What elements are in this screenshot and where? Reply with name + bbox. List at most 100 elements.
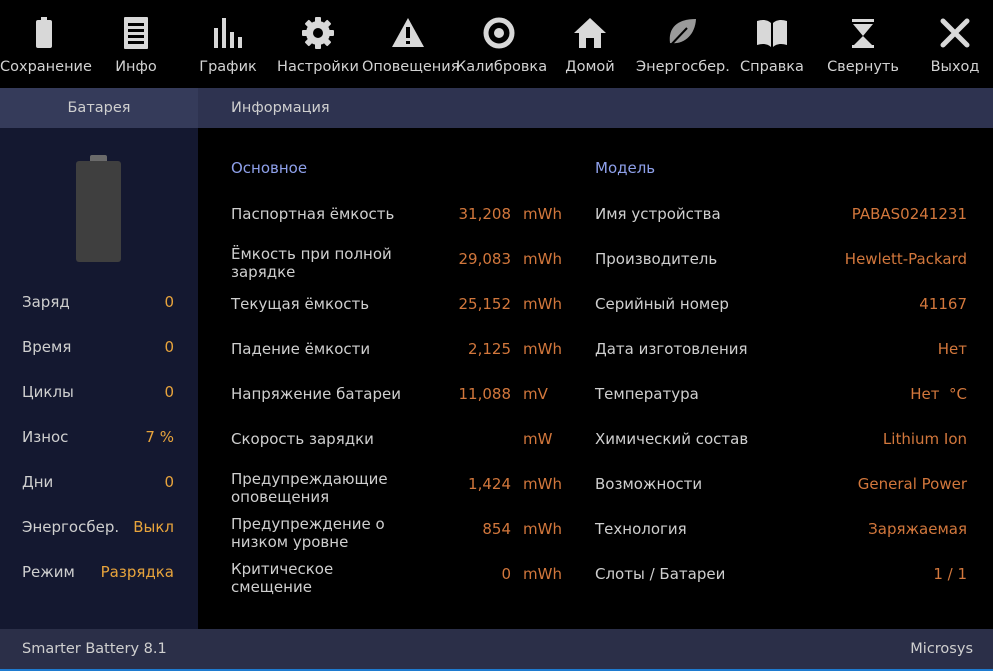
cycles-label: Циклы — [22, 383, 74, 401]
basic-section-title: Основное — [231, 159, 308, 177]
low-warning-unit: mWh — [523, 520, 562, 538]
serial-label: Серийный номер — [595, 295, 729, 313]
help-button[interactable]: Справка — [736, 0, 808, 88]
manufacturer-label: Производитель — [595, 250, 718, 268]
low-warning-label-line1: Предупреждение о — [231, 515, 385, 533]
model-row-manufacture-date: Дата изготовления Нет — [595, 340, 967, 380]
target-icon — [483, 17, 515, 49]
model-row-slots: Слоты / Батареи 1 / 1 — [595, 565, 967, 605]
power-saving-label: Энергосбер. — [636, 59, 730, 75]
full-charge-capacity-label-line2: зарядке — [231, 263, 296, 281]
document-icon — [124, 17, 148, 49]
charge-rate-label: Скорость зарядки — [231, 430, 374, 448]
save-label: Сохранение — [0, 59, 92, 75]
calibration-button[interactable]: Калибровка — [456, 0, 548, 88]
info-row-critical-bias: Критическое смещение 0 mWh — [231, 560, 571, 600]
help-label: Справка — [740, 59, 804, 75]
info-panel: Основное Модель Паспортная ёмкость 31,20… — [198, 128, 993, 629]
critical-bias-value: 0 — [501, 565, 511, 583]
low-warning-label-line2: низком уровне — [231, 533, 349, 551]
power-saving-status-value: Выкл — [133, 518, 174, 536]
capacity-drop-label: Падение ёмкости — [231, 340, 371, 358]
days-row: Дни 0 — [0, 473, 198, 495]
info-row-current-capacity: Текущая ёмкость 25,152 mWh — [231, 295, 571, 335]
full-charge-capacity-label-line1: Ёмкость при полной — [231, 245, 392, 263]
minimize-label: Свернуть — [827, 59, 899, 75]
time-value: 0 — [164, 338, 174, 356]
info-row-capacity-drop: Падение ёмкости 2,125 mWh — [231, 340, 571, 380]
power-saving-status-label: Энергосбер. — [22, 518, 120, 536]
warning-alerts-label-line2: оповещения — [231, 488, 330, 506]
power-saving-button[interactable]: Энергосбер. — [636, 0, 730, 88]
technology-label: Технология — [595, 520, 687, 538]
design-capacity-unit: mWh — [523, 205, 562, 223]
slots-value: 1 / 1 — [933, 565, 967, 583]
tab-information[interactable]: Информация — [231, 88, 330, 128]
slots-label: Слоты / Батареи — [595, 565, 726, 583]
mode-label: Режим — [22, 563, 75, 581]
info-row-full-charge-capacity: Ёмкость при полной зарядке 29,083 mWh — [231, 245, 571, 285]
info-row-battery-voltage: Напряжение батареи 11,088 mV — [231, 385, 571, 425]
graph-label: График — [199, 59, 257, 75]
technology-value: Заряжаемая — [868, 520, 967, 538]
battery-voltage-label: Напряжение батареи — [231, 385, 401, 403]
model-row-temperature: Температура Нет °C — [595, 385, 967, 425]
wear-value: 7 % — [145, 428, 174, 446]
full-charge-capacity-unit: mWh — [523, 250, 562, 268]
info-row-design-capacity: Паспортная ёмкость 31,208 mWh — [231, 205, 571, 245]
warning-alerts-label-line1: Предупреждающие — [231, 470, 388, 488]
minimize-button[interactable]: Свернуть — [824, 0, 902, 88]
alerts-label: Оповещения — [362, 59, 460, 75]
temperature-label: Температура — [595, 385, 699, 403]
charge-rate-unit: mW — [523, 430, 553, 448]
time-row: Время 0 — [0, 338, 198, 360]
settings-label: Настройки — [277, 59, 359, 75]
days-label: Дни — [22, 473, 54, 491]
warning-icon — [392, 18, 424, 47]
graph-button[interactable]: График — [188, 0, 268, 88]
battery-summary-panel: Заряд 0 Время 0 Циклы 0 Износ 7 % Дни 0 … — [0, 128, 198, 629]
full-charge-capacity-value: 29,083 — [458, 250, 512, 268]
save-button[interactable]: Сохранение — [0, 0, 92, 88]
capacity-drop-unit: mWh — [523, 340, 562, 358]
battery-graphic — [76, 161, 121, 262]
app-name: Smarter Battery 8.1 — [22, 641, 167, 657]
temperature-value: Нет °C — [910, 385, 967, 403]
home-button[interactable]: Домой — [550, 0, 630, 88]
time-label: Время — [22, 338, 72, 356]
tab-battery[interactable]: Батарея — [0, 88, 198, 128]
info-row-low-warning: Предупреждение о низком уровне 854 mWh — [231, 515, 571, 555]
book-icon — [757, 19, 787, 47]
model-row-serial: Серийный номер 41167 — [595, 295, 967, 335]
exit-button[interactable]: Выход — [918, 0, 992, 88]
device-name-value: PABAS0241231 — [851, 205, 967, 223]
close-icon — [940, 18, 970, 48]
bar-chart-icon — [214, 18, 242, 48]
current-capacity-unit: mWh — [523, 295, 562, 313]
model-row-technology: Технология Заряжаемая — [595, 520, 967, 560]
model-row-capabilities: Возможности General Power — [595, 475, 967, 515]
cycles-value: 0 — [164, 383, 174, 401]
home-icon — [574, 18, 606, 48]
capacity-drop-value: 2,125 — [468, 340, 511, 358]
capabilities-value: General Power — [857, 475, 967, 493]
low-warning-value: 854 — [482, 520, 511, 538]
info-button[interactable]: Инфо — [96, 0, 176, 88]
manufacture-date-label: Дата изготовления — [595, 340, 748, 358]
mode-row: Режим Разрядка — [0, 563, 198, 585]
toolbar: Сохранение Инфо График Настройки Оповеще… — [0, 0, 993, 88]
manufacture-date-value: Нет — [937, 340, 967, 358]
settings-button[interactable]: Настройки — [276, 0, 360, 88]
model-section-title: Модель — [595, 159, 656, 177]
alerts-button[interactable]: Оповещения — [362, 0, 460, 88]
home-label: Домой — [565, 59, 615, 75]
serial-value: 41167 — [919, 295, 967, 313]
charge-row: Заряд 0 — [0, 293, 198, 315]
exit-label: Выход — [930, 59, 980, 75]
vendor-name[interactable]: Microsys — [910, 629, 973, 669]
wear-label: Износ — [22, 428, 69, 446]
info-row-warning-alerts: Предупреждающие оповещения 1,424 mWh — [231, 470, 571, 510]
calibration-label: Калибровка — [456, 59, 548, 75]
days-value: 0 — [164, 473, 174, 491]
charge-value: 0 — [164, 293, 174, 311]
